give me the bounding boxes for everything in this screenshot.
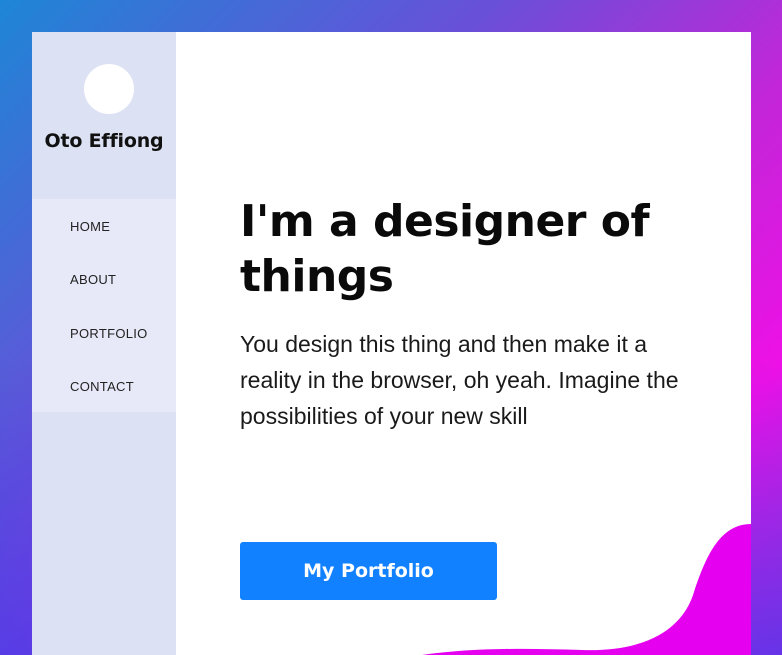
nav-item-contact[interactable]: CONTACT (70, 379, 134, 394)
nav-item-portfolio[interactable]: PORTFOLIO (70, 326, 148, 341)
hero-section: I'm a designer of things You design this… (240, 194, 710, 434)
sidebar: Oto Effiong HOME ABOUT PORTFOLIO CONTACT (32, 32, 176, 655)
profile-name: Oto Effiong (44, 130, 164, 152)
main-card: Oto Effiong HOME ABOUT PORTFOLIO CONTACT… (32, 32, 751, 655)
nav-item-home[interactable]: HOME (70, 219, 110, 234)
hero-subtext: You design this thing and then make it a… (240, 331, 679, 429)
avatar (84, 64, 134, 114)
hero-headline-line1: I'm a designer of (240, 196, 650, 247)
sidebar-nav: HOME ABOUT PORTFOLIO CONTACT (32, 199, 176, 412)
profile-section: Oto Effiong (32, 32, 176, 199)
nav-item-about[interactable]: ABOUT (70, 272, 116, 287)
decorative-blob (422, 524, 751, 655)
hero-headline: I'm a designer of things (240, 194, 710, 304)
hero-headline-line2: things (240, 251, 394, 302)
